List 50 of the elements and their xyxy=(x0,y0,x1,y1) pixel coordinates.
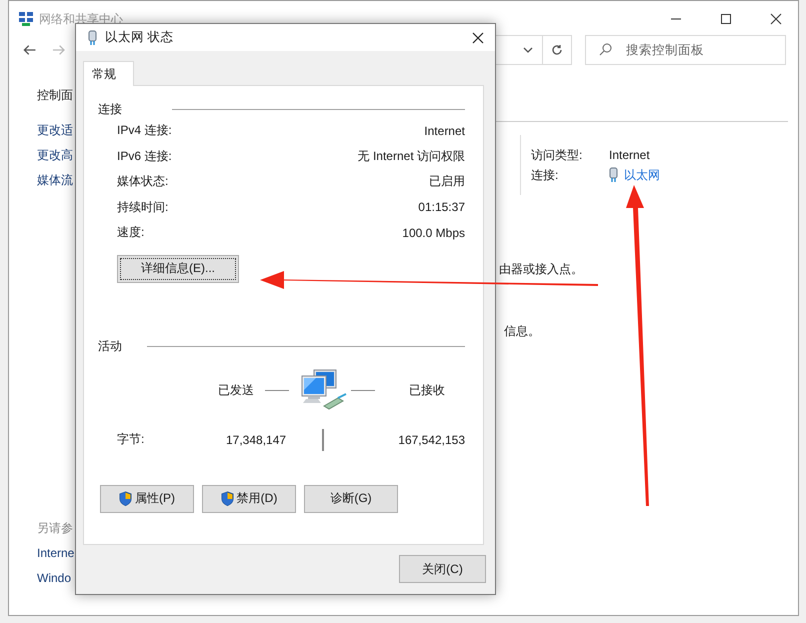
property-label: IPv4 连接: xyxy=(117,122,172,140)
back-icon[interactable] xyxy=(23,44,36,56)
dropdown-icon[interactable] xyxy=(523,47,534,53)
bytes-label: 字节: xyxy=(117,431,146,448)
network-icon xyxy=(18,11,34,27)
property-label: 速度: xyxy=(117,224,144,242)
action-button[interactable]: 属性(P) xyxy=(100,484,194,512)
section-heading: 连接 xyxy=(98,100,123,118)
see-also-heading: 另请参 xyxy=(37,522,73,535)
connection-link[interactable]: 以太网 xyxy=(624,166,660,184)
property-value: Internet xyxy=(424,124,465,138)
shield-icon xyxy=(119,491,132,506)
dialog-title: 以太网 状态 xyxy=(105,29,174,46)
info-label: 连接: xyxy=(531,166,560,184)
bytes-received: 167,542,153 xyxy=(398,432,465,446)
info-value: Internet xyxy=(609,148,650,162)
bytes-sent: 17,348,147 xyxy=(226,432,288,446)
tab[interactable]: 常规 xyxy=(83,61,134,86)
property-value: 已启用 xyxy=(429,173,465,190)
sidebar-link[interactable]: 媒体流 xyxy=(37,174,73,187)
info-label: 访问类型: xyxy=(531,146,584,164)
details-button[interactable]: 详细信息(E)... xyxy=(117,254,239,282)
sidebar-link[interactable]: 更改适 xyxy=(37,124,73,137)
refresh-button[interactable] xyxy=(542,35,572,65)
close-icon[interactable] xyxy=(472,32,484,44)
property-value: 100.0 Mbps xyxy=(402,226,465,240)
search-field[interactable]: 搜索控制面板 xyxy=(585,35,786,65)
sent-label: 已发送 xyxy=(218,382,255,399)
shield-icon xyxy=(220,491,234,506)
property-label: 媒体状态: xyxy=(117,173,168,190)
refresh-icon xyxy=(551,44,564,56)
property-value: 01:15:37 xyxy=(418,200,465,214)
action-button[interactable]: 诊断(G) xyxy=(304,484,398,512)
property-value: 无 Internet 访问权限 xyxy=(358,148,465,165)
ethernet-icon xyxy=(88,30,97,46)
received-label: 已接收 xyxy=(409,382,445,399)
close-button[interactable]: 关闭(C) xyxy=(399,555,486,583)
property-label: 持续时间: xyxy=(117,198,168,216)
see-also-link[interactable]: Windo xyxy=(37,572,72,585)
description-text: 信息。 xyxy=(504,323,540,340)
property-label: IPv6 连接: xyxy=(117,148,172,165)
see-also-link[interactable]: Interne xyxy=(37,547,74,560)
maximize-icon[interactable] xyxy=(720,13,732,25)
action-button[interactable]: 禁用(D) xyxy=(202,484,296,512)
description-text: 由器或接入点。 xyxy=(499,261,583,278)
sidebar-link[interactable]: 控制面 xyxy=(37,89,73,102)
sidebar-link[interactable]: 更改高 xyxy=(37,149,73,162)
close-icon[interactable] xyxy=(770,13,782,25)
ethernet-icon xyxy=(609,167,618,183)
section-heading: 活动 xyxy=(98,338,123,355)
